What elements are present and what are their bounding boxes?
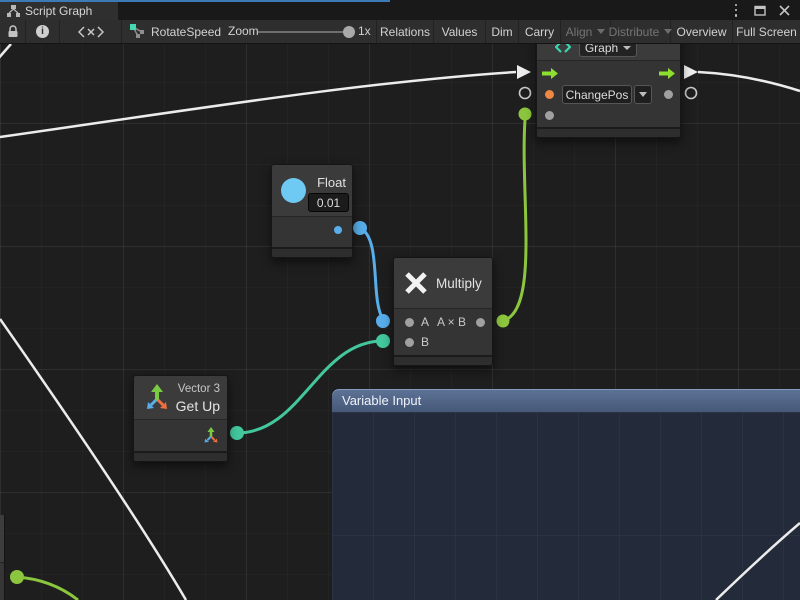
float-value: 0.01 — [317, 196, 340, 210]
float-type-icon — [281, 178, 306, 203]
multiply-output-label: A × B — [437, 315, 466, 329]
code-view-button[interactable] — [60, 20, 122, 43]
tab-bar: Script Graph — [0, 0, 800, 20]
overview-label: Overview — [676, 25, 726, 39]
vector3-footer — [134, 451, 227, 461]
variable-name-dropdown[interactable]: ChangePos — [562, 85, 632, 104]
values-label: Values — [442, 25, 478, 39]
group-variable-input[interactable]: Variable Input — [332, 389, 800, 600]
node-offscreen-left-footer[interactable] — [0, 563, 5, 600]
group-body — [332, 412, 800, 600]
port-multiply-a[interactable] — [405, 318, 414, 327]
float-header: Float 0.01 — [272, 165, 352, 217]
window-maximize-button[interactable] — [752, 3, 768, 17]
multiply-x-icon — [403, 270, 429, 296]
group-title: Variable Input — [342, 393, 421, 408]
port-multiply-b[interactable] — [405, 338, 414, 347]
node-offscreen-left[interactable] — [0, 515, 5, 562]
relations-label: Relations — [380, 25, 430, 39]
multiply-b-label: B — [421, 335, 429, 349]
variable-name-caret-button[interactable] — [634, 85, 652, 104]
align-label: Align — [566, 25, 593, 39]
node-float[interactable]: Float 0.01 — [271, 164, 353, 258]
vector3-type-label: Vector 3 — [178, 383, 220, 395]
zoom-slider-handle[interactable] — [343, 26, 355, 38]
graph-breadcrumb-icon — [130, 24, 145, 39]
port-multiply-result[interactable] — [476, 318, 485, 327]
chevron-down-icon — [623, 46, 631, 50]
full-screen-button[interactable]: Full Screen — [733, 20, 800, 43]
info-button[interactable]: i — [26, 20, 60, 43]
multiply-footer — [394, 355, 492, 365]
node-vector3-get-up[interactable]: Vector 3 Get Up — [133, 375, 228, 462]
script-graph-icon — [7, 5, 20, 17]
port-variable-name[interactable] — [545, 90, 554, 99]
zoom-value: 1x — [358, 24, 371, 38]
distribute-label: Distribute — [609, 25, 660, 39]
node-multiply[interactable]: Multiply A A × B B — [393, 257, 493, 366]
lock-icon — [7, 25, 19, 38]
vector3-icon — [145, 383, 169, 411]
chevron-down-icon — [597, 29, 605, 34]
code-icon — [78, 26, 104, 38]
dim-label: Dim — [491, 25, 512, 39]
control-out-arrow-icon[interactable] — [659, 68, 675, 79]
zoom-label: Zoom — [228, 24, 259, 38]
multiply-title: Multiply — [436, 276, 482, 291]
graph-name: RotateSpeed — [151, 25, 221, 39]
multiply-a-label: A — [421, 315, 429, 329]
maximize-icon — [754, 5, 766, 16]
close-icon — [779, 5, 790, 16]
align-dropdown[interactable]: Align — [561, 20, 611, 43]
distribute-dropdown[interactable]: Distribute — [611, 20, 671, 43]
set-variable-footer — [537, 127, 680, 137]
chevron-down-icon — [639, 92, 647, 97]
graph-toolbar: i RotateSpeed Zoom 1x Relations — [0, 20, 800, 44]
port-vector3-out-icon[interactable] — [203, 426, 219, 443]
vector3-header: Vector 3 Get Up — [134, 376, 227, 420]
multiply-header: Multiply — [394, 258, 492, 309]
window-close-button[interactable] — [776, 3, 792, 17]
port-setvar-value[interactable] — [545, 111, 554, 120]
relations-button[interactable]: Relations — [376, 20, 434, 43]
tab-title: Script Graph — [25, 4, 92, 18]
kebab-menu-icon — [735, 4, 738, 17]
vector3-title: Get Up — [176, 398, 220, 414]
variable-name-label: ChangePos — [566, 88, 629, 102]
values-button[interactable]: Values — [434, 20, 486, 43]
info-icon: i — [36, 25, 49, 38]
carry-button[interactable]: Carry — [519, 20, 561, 43]
dim-button[interactable]: Dim — [486, 20, 519, 43]
window-menu-button[interactable] — [728, 3, 744, 17]
zoom-slider-track[interactable] — [258, 31, 352, 33]
lock-button[interactable] — [0, 20, 26, 43]
port-float-out[interactable] — [334, 226, 342, 234]
float-value-input[interactable]: 0.01 — [308, 193, 349, 212]
port-setvar-output[interactable] — [664, 90, 673, 99]
full-screen-label: Full Screen — [736, 25, 797, 39]
overview-button[interactable]: Overview — [671, 20, 733, 43]
node-set-variable[interactable]: Graph ChangePos — [536, 31, 681, 138]
control-in-arrow-icon[interactable] — [542, 68, 558, 79]
float-title: Float — [317, 175, 346, 190]
group-header[interactable]: Variable Input — [332, 389, 800, 412]
graph-breadcrumb[interactable]: RotateSpeed — [122, 20, 222, 43]
script-graph-window: Variable Input — [0, 0, 800, 600]
float-footer — [272, 247, 352, 257]
tab-script-graph[interactable]: Script Graph — [0, 2, 118, 20]
carry-label: Carry — [525, 25, 554, 39]
